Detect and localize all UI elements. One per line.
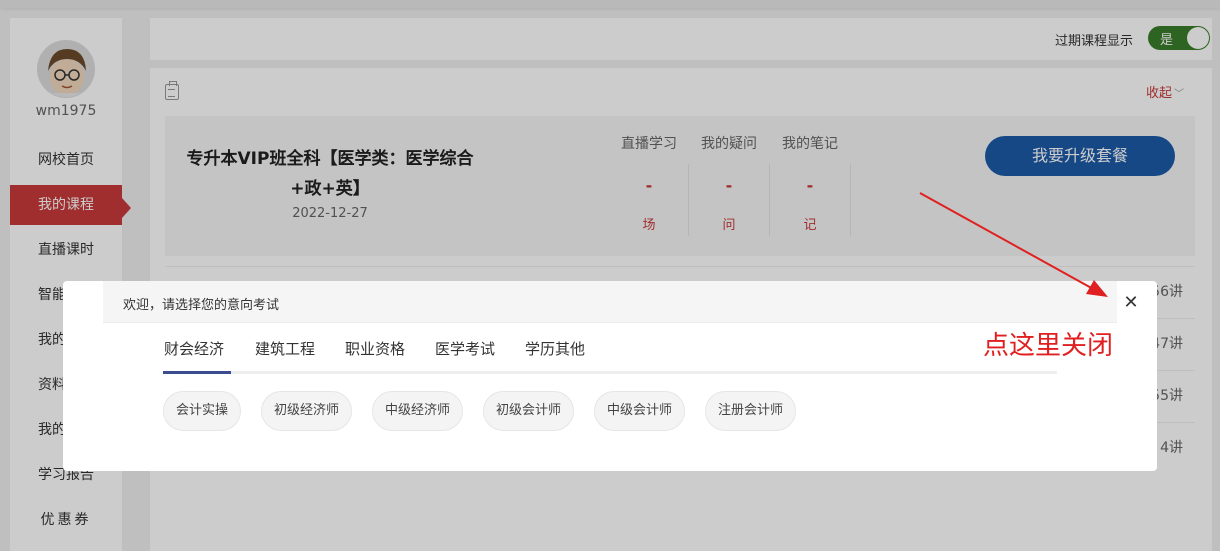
annotation-arrow [919, 192, 1108, 297]
annotation-text: 点这里关闭 [983, 331, 1114, 361]
